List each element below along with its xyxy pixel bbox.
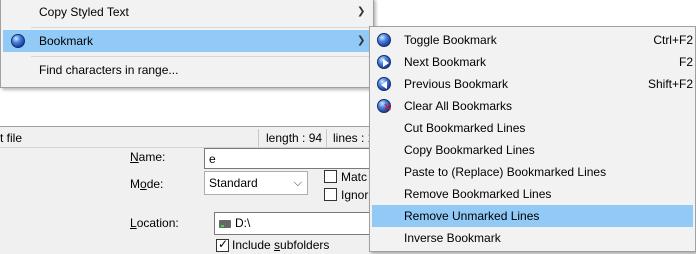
menu-item-label: Bookmark	[39, 34, 94, 48]
menu-item-cut-bookmarked-lines[interactable]: Cut Bookmarked Lines	[372, 117, 693, 139]
location-value: D:\	[235, 216, 251, 230]
menu-item-label: Remove Bookmarked Lines	[404, 187, 552, 201]
menu-item-shortcut: Shift+F2	[647, 77, 693, 91]
next-bookmark-icon	[376, 54, 392, 70]
menu-item-inverse-bookmark[interactable]: Inverse Bookmark	[372, 227, 693, 249]
location-label: Location:	[130, 216, 179, 230]
menu-item-clear-all-bookmarks[interactable]: ✕ Clear All Bookmarks	[372, 95, 693, 117]
include-subfolders-label: Include subfolders	[232, 238, 330, 252]
menu-item-label: Cut Bookmarked Lines	[404, 121, 526, 135]
location-input[interactable]: D:\	[214, 212, 380, 235]
menu-item-label: Find characters in range...	[39, 63, 179, 77]
status-separator	[326, 129, 327, 147]
menu-item-previous-bookmark[interactable]: Previous Bookmark Shift+F2	[372, 73, 693, 95]
menu-item-remove-unmarked-lines[interactable]: Remove Unmarked Lines	[372, 205, 693, 227]
menu-item-paste-replace-bookmarked-lines[interactable]: Paste to (Replace) Bookmarked Lines	[372, 161, 693, 183]
include-subfolders-checkbox[interactable]	[216, 237, 229, 252]
previous-bookmark-icon	[376, 76, 392, 92]
menu-separator	[31, 27, 369, 28]
mode-label: Mode:	[130, 177, 164, 191]
mode-select-value: Standard	[209, 176, 258, 190]
menu-item-label: Next Bookmark	[404, 55, 487, 69]
menu-item-label: Copy Bookmarked Lines	[404, 143, 535, 157]
name-input[interactable]: e	[204, 148, 370, 169]
clear-bookmarks-icon: ✕	[376, 98, 392, 114]
bookmark-orb-icon	[376, 32, 392, 48]
mode-select[interactable]: Standard ⌵	[204, 171, 308, 195]
status-separator	[258, 129, 259, 147]
bookmark-submenu: Toggle Bookmark Ctrl+F2 Next Bookmark F2…	[369, 26, 696, 252]
status-file-type: t file	[0, 131, 23, 145]
status-bar: t file length : 94 lines : 1	[0, 126, 380, 148]
match-case-checkbox[interactable]	[324, 170, 337, 183]
menu-item-label: Remove Unmarked Lines	[404, 209, 540, 223]
menu-item-label: Copy Styled Text	[39, 5, 129, 19]
context-menu: Copy Styled Text ❯ Bookmark ❯ Find chara…	[0, 0, 374, 88]
menu-item-find-characters[interactable]: Find characters in range...	[3, 59, 371, 81]
menu-item-label: Clear All Bookmarks	[404, 99, 513, 113]
chevron-down-icon: ⌵	[293, 177, 302, 189]
menu-item-label: Previous Bookmark	[404, 77, 509, 91]
ignore-checkbox[interactable]	[324, 188, 337, 201]
menu-item-remove-bookmarked-lines[interactable]: Remove Bookmarked Lines	[372, 183, 693, 205]
menu-item-bookmark[interactable]: Bookmark ❯	[3, 30, 373, 52]
match-case-label: Matc	[341, 170, 368, 184]
ignore-label: Ignor	[341, 188, 369, 202]
menu-item-label: Toggle Bookmark	[404, 33, 497, 47]
menu-item-copy-styled-text[interactable]: Copy Styled Text ❯	[3, 1, 371, 23]
chevron-right-icon: ❯	[357, 6, 366, 17]
name-label: Name:	[130, 150, 166, 164]
name-label-rest: ame:	[138, 150, 166, 164]
drive-icon	[219, 219, 231, 228]
menu-item-label: Paste to (Replace) Bookmarked Lines	[404, 165, 607, 179]
menu-item-shortcut: Ctrl+F2	[653, 33, 693, 47]
menu-item-label: Inverse Bookmark	[404, 231, 501, 245]
menu-item-shortcut: F2	[678, 55, 693, 69]
menu-item-next-bookmark[interactable]: Next Bookmark F2	[372, 51, 693, 73]
bookmark-orb-icon	[10, 33, 26, 49]
status-length: length : 94	[266, 131, 323, 145]
menu-item-copy-bookmarked-lines[interactable]: Copy Bookmarked Lines	[372, 139, 693, 161]
menu-item-toggle-bookmark[interactable]: Toggle Bookmark Ctrl+F2	[372, 29, 693, 51]
menu-separator	[31, 56, 369, 57]
chevron-right-icon: ❯	[357, 35, 366, 46]
